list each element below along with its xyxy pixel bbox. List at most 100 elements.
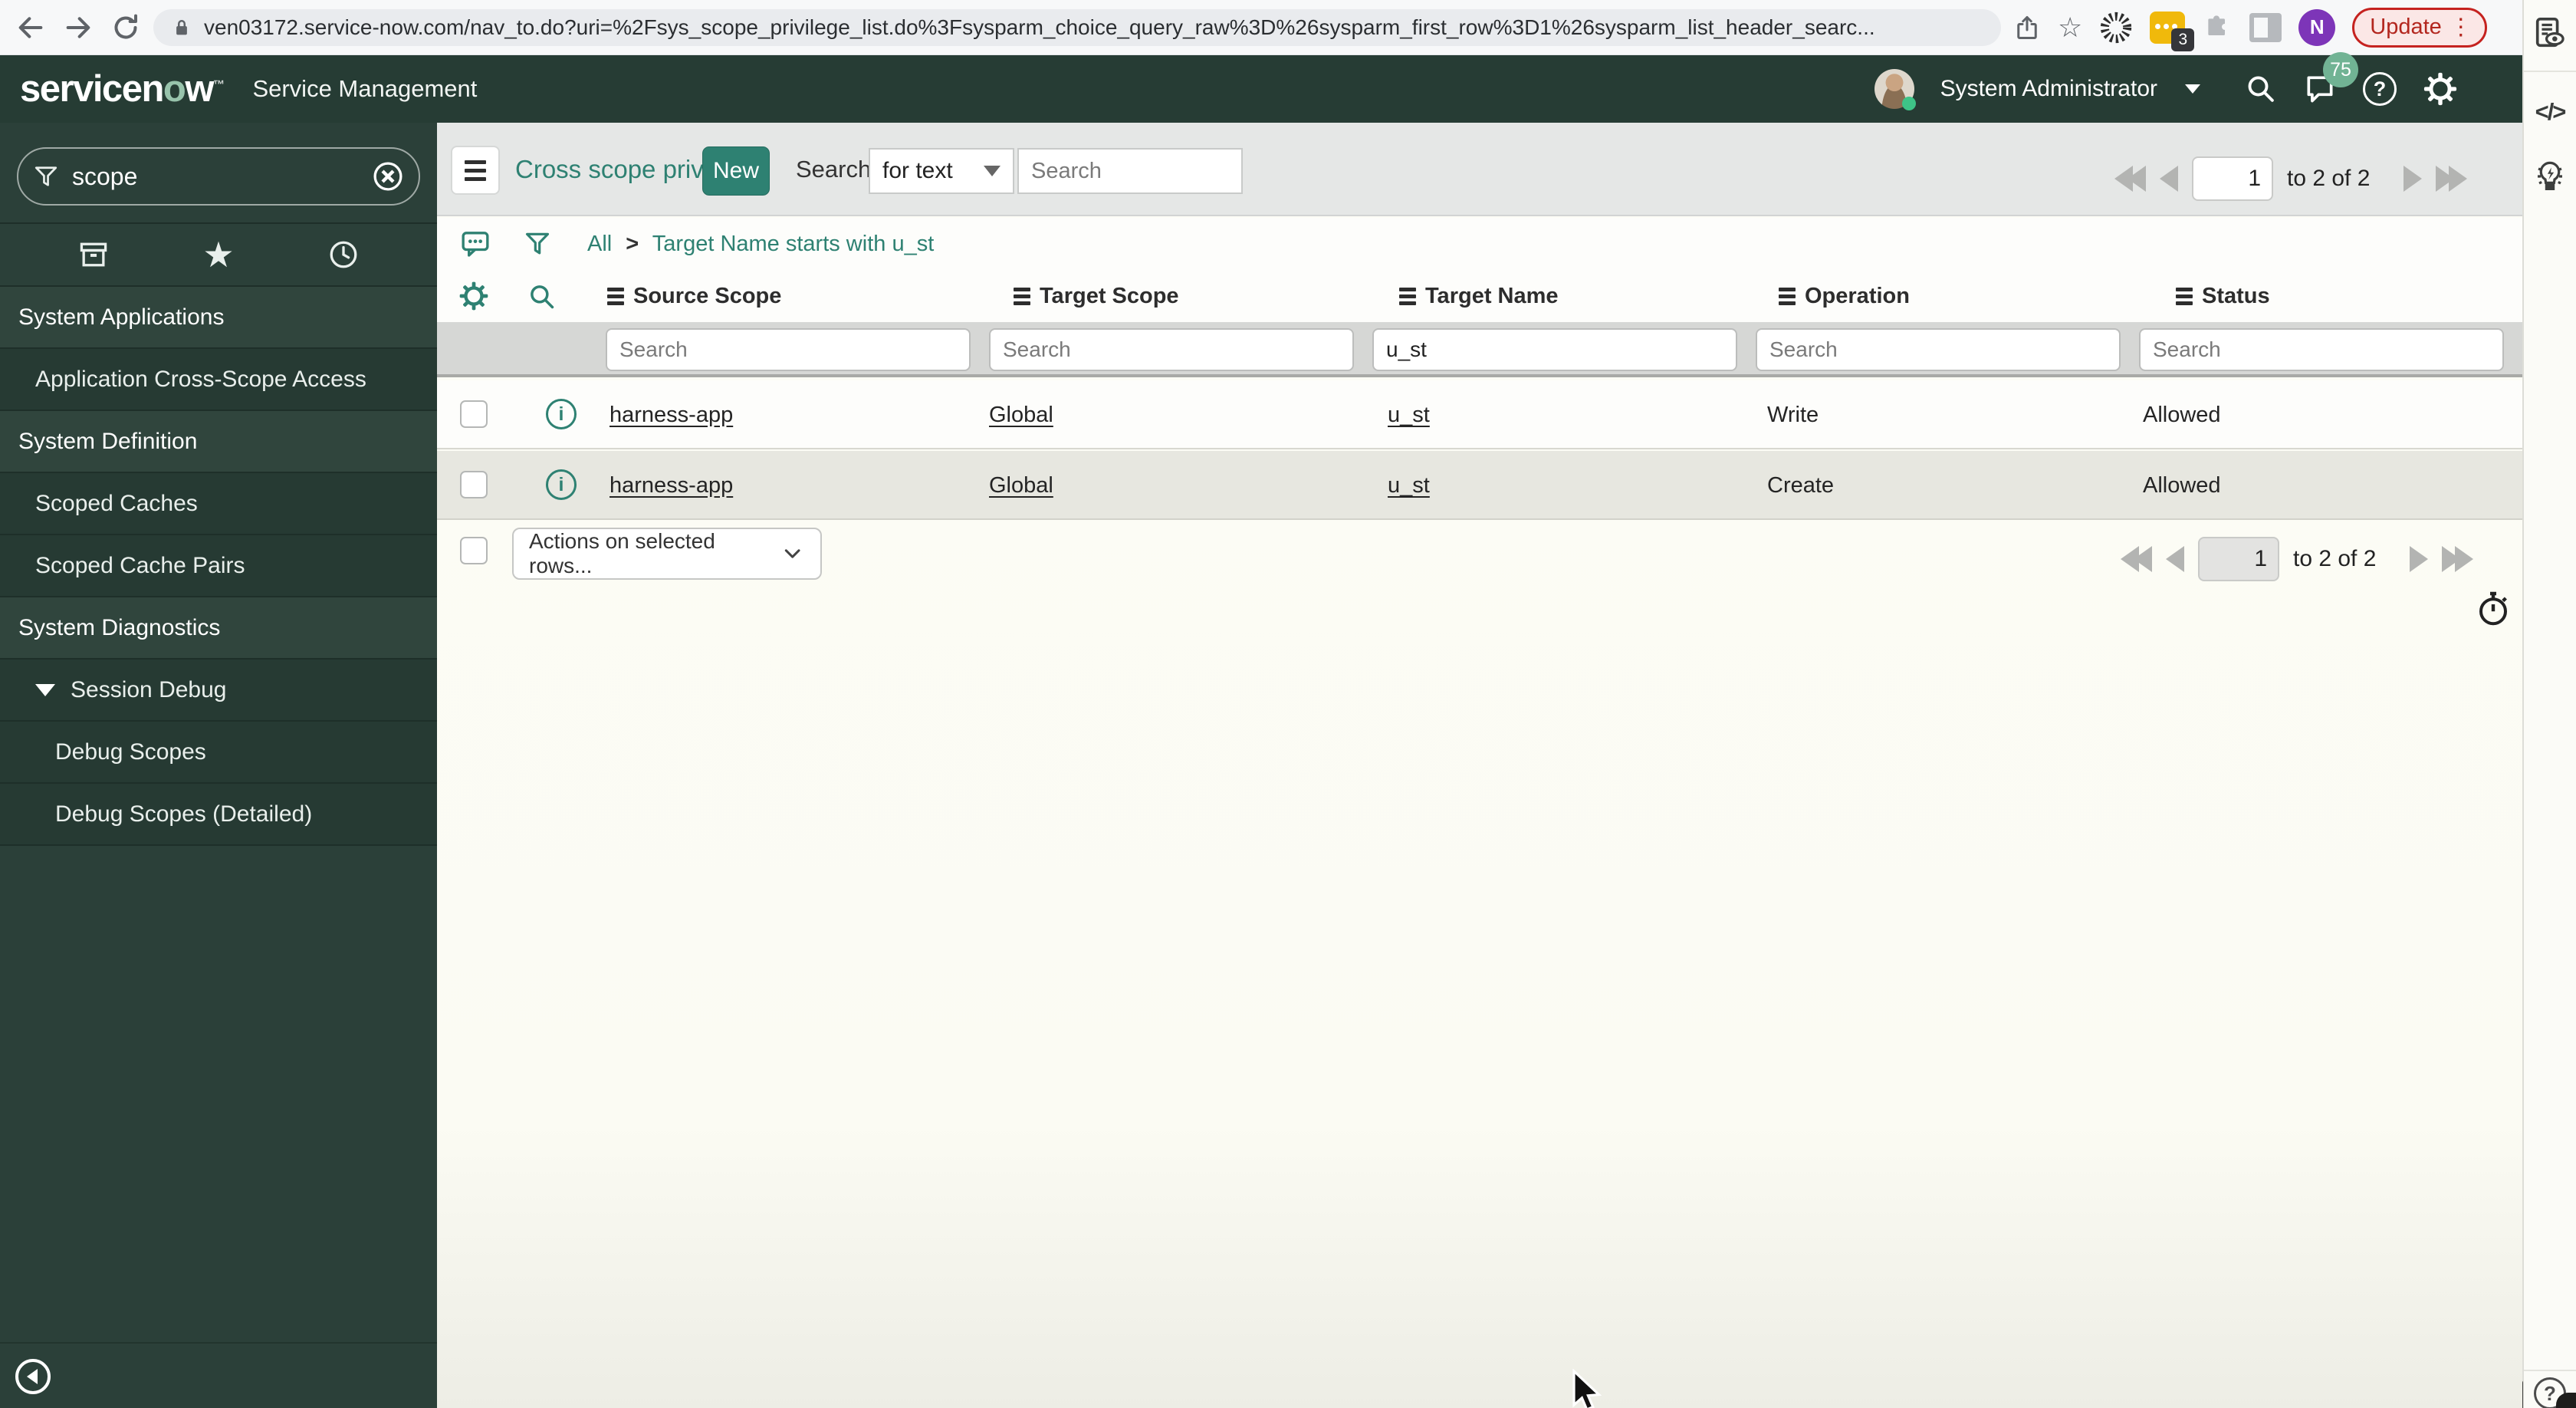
extensions-puzzle-icon[interactable]	[2202, 12, 2233, 43]
collapse-sidebar-button[interactable]	[15, 1359, 51, 1394]
help-icon[interactable]: ?	[2363, 72, 2397, 106]
sidebar-item-scoped-cache-pairs[interactable]: Scoped Cache Pairs	[0, 535, 437, 597]
sidebar-item-debug-scopes-detailed[interactable]: Debug Scopes (Detailed)	[0, 784, 437, 846]
side-panel-icon[interactable]	[2249, 12, 2282, 42]
filter-target-name-input[interactable]	[1372, 328, 1737, 371]
breadcrumb-funnel-icon[interactable]	[523, 229, 552, 258]
next-page-button[interactable]	[2404, 166, 2423, 192]
nav-label: Scoped Cache Pairs	[35, 552, 245, 578]
list-chat-icon[interactable]	[460, 229, 491, 259]
column-header-status[interactable]: Status	[2176, 270, 2270, 322]
breadcrumb-all-link[interactable]: All	[587, 232, 612, 256]
browser-update-button[interactable]: Update ⋮	[2352, 7, 2487, 48]
breadcrumb-filter-link[interactable]: Target Name starts with u_st	[652, 232, 934, 256]
sidebar-item-scoped-caches[interactable]: Scoped Caches	[0, 473, 437, 535]
actions-dropdown[interactable]: Actions on selected rows...	[512, 528, 822, 580]
sidebar-item-session-debug[interactable]: Session Debug	[0, 660, 437, 722]
browser-back-icon[interactable]	[14, 11, 48, 44]
navigator-filter-input[interactable]	[72, 162, 359, 191]
settings-gear-icon[interactable]	[2423, 71, 2458, 107]
cell-target-scope-link[interactable]: Global	[989, 403, 1053, 428]
filter-target-scope-input[interactable]	[989, 328, 1354, 371]
column-search-toggle-icon[interactable]	[527, 282, 557, 311]
page-number-input[interactable]	[2198, 537, 2279, 581]
nav-label: System Diagnostics	[18, 614, 221, 640]
browser-refresh-icon[interactable]	[109, 11, 143, 44]
column-header-operation[interactable]: Operation	[1779, 270, 1910, 322]
cell-target-name-link[interactable]: u_st	[1388, 473, 1430, 498]
expanded-caret-icon[interactable]	[35, 683, 55, 696]
url-bar[interactable]: ven03172.service-now.com/nav_to.do?uri=%…	[153, 8, 2001, 46]
sidebar-item-debug-scopes[interactable]: Debug Scopes	[0, 722, 437, 784]
cell-status: Allowed	[2143, 472, 2221, 498]
first-page-button[interactable]	[2114, 166, 2146, 192]
next-page-button[interactable]	[2410, 546, 2429, 572]
update-label: Update	[2370, 15, 2442, 39]
list-personalize-gear-icon[interactable]	[458, 281, 489, 311]
breadcrumb-separator: >	[626, 231, 639, 256]
search-label: Search	[796, 156, 872, 183]
user-menu-caret-icon[interactable]	[2185, 84, 2200, 94]
page-number-input[interactable]	[2192, 156, 2273, 201]
sidebar-section-system-applications[interactable]: System Applications	[0, 287, 437, 349]
sidebar-item-application-cross-scope-access[interactable]: Application Cross-Scope Access	[0, 349, 437, 411]
tab-all-applications[interactable]	[77, 238, 110, 271]
reading-list-icon[interactable]	[2532, 15, 2568, 51]
list-context-menu-button[interactable]	[451, 146, 500, 195]
nav-label: Session Debug	[71, 676, 227, 702]
code-panel-icon[interactable]: </>	[2535, 98, 2567, 126]
tab-history[interactable]	[327, 238, 360, 271]
tab-favorites[interactable]: ★	[202, 237, 234, 272]
sidebar-section-system-diagnostics[interactable]: System Diagnostics	[0, 597, 437, 660]
global-search-icon[interactable]	[2245, 73, 2277, 105]
last-page-button[interactable]	[2436, 166, 2468, 192]
connect-chat-icon[interactable]: 75	[2303, 52, 2358, 106]
column-label: Target Name	[1425, 283, 1559, 308]
share-icon[interactable]	[2013, 14, 2041, 41]
row-checkbox[interactable]	[460, 400, 488, 428]
cell-target-scope-link[interactable]: Global	[989, 473, 1053, 498]
filter-source-scope-input[interactable]	[606, 328, 971, 371]
filter-operation-input[interactable]	[1756, 328, 2121, 371]
clear-filter-icon[interactable]	[371, 160, 405, 193]
strip-divider-bottom	[2524, 1370, 2576, 1371]
previous-page-button[interactable]	[2160, 166, 2178, 192]
filter-status-input[interactable]	[2139, 328, 2504, 371]
browser-forward-icon[interactable]	[61, 11, 95, 44]
bookmark-star-icon[interactable]: ☆	[2058, 13, 2082, 41]
browser-menu-icon[interactable]: ⋮	[2450, 15, 2472, 39]
row-info-icon[interactable]: i	[546, 399, 577, 429]
last-page-button[interactable]	[2442, 546, 2474, 572]
new-record-button[interactable]: New	[702, 146, 770, 196]
notification-badge: 75	[2323, 52, 2358, 87]
actions-dropdown-label: Actions on selected rows...	[529, 529, 715, 577]
previous-page-button[interactable]	[2166, 546, 2184, 572]
column-header-target-scope[interactable]: Target Scope	[1014, 270, 1179, 322]
browser-profile-avatar[interactable]: N	[2298, 8, 2336, 46]
response-time-icon[interactable]	[2475, 591, 2512, 627]
search-type-select[interactable]: for text	[869, 148, 1014, 194]
sidebar-section-system-definition[interactable]: System Definition	[0, 411, 437, 473]
lightbulb-icon[interactable]	[2532, 158, 2568, 195]
first-page-button[interactable]	[2121, 546, 2152, 572]
extension-chat-icon[interactable]: 3	[2150, 11, 2195, 51]
cell-operation: Create	[1767, 472, 1835, 498]
filter-funnel-icon	[32, 163, 60, 190]
select-all-checkbox[interactable]	[460, 537, 488, 564]
nav-label: System Applications	[18, 304, 225, 330]
sidebar-footer-divider	[0, 1342, 437, 1344]
row-info-icon[interactable]: i	[546, 469, 577, 500]
user-avatar[interactable]	[1874, 69, 1916, 110]
servicenow-header: servicenow™ Service Management System Ad…	[0, 52, 2522, 123]
cell-source-scope-link[interactable]: harness-app	[610, 473, 733, 498]
row-checkbox[interactable]	[460, 471, 488, 498]
column-header-target-name[interactable]: Target Name	[1399, 270, 1559, 322]
cell-source-scope-link[interactable]: harness-app	[610, 403, 733, 428]
list-search-input[interactable]	[1017, 148, 1243, 194]
user-name[interactable]: System Administrator	[1940, 76, 2157, 102]
navigator-filter[interactable]	[17, 147, 420, 206]
column-header-source-scope[interactable]: Source Scope	[607, 270, 781, 322]
collapse-arrow-icon	[26, 1369, 38, 1384]
cell-target-name-link[interactable]: u_st	[1388, 403, 1430, 428]
extension-spinner-icon[interactable]	[2099, 11, 2133, 44]
